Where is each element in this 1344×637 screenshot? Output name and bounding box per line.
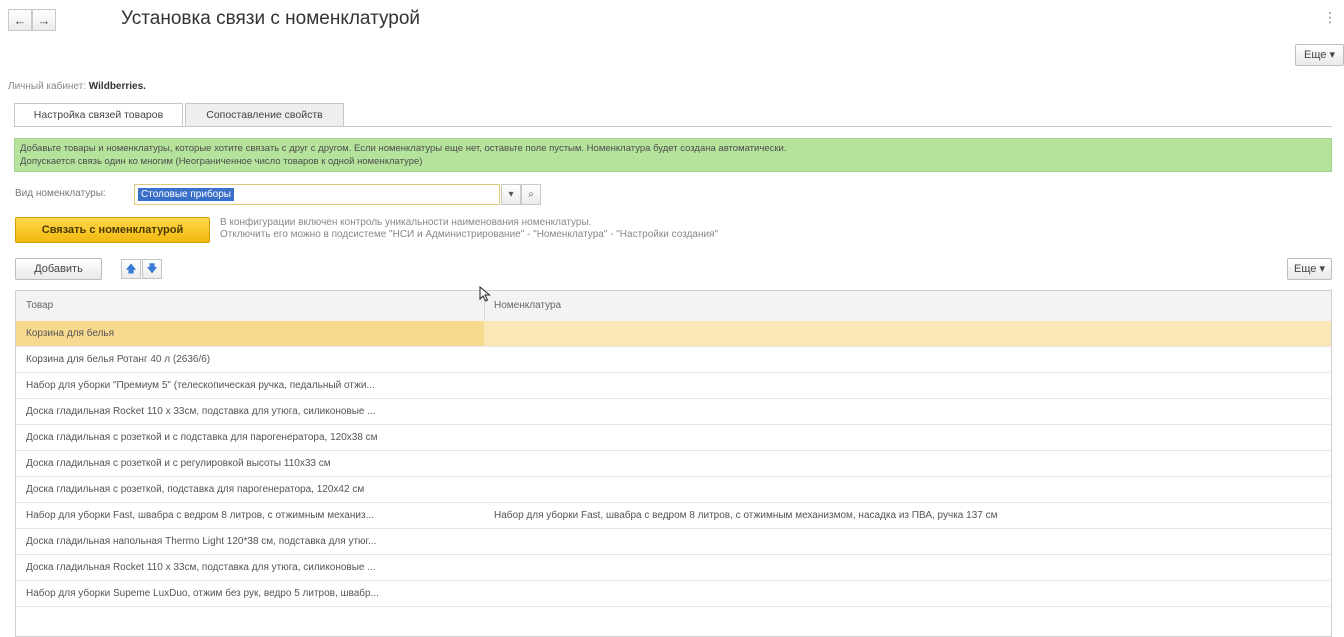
product-cell[interactable]: Корзина для белья Ротанг 40 л (2636/6) <box>16 347 484 372</box>
open-button[interactable]: ⌕ <box>521 184 541 205</box>
product-cell[interactable]: Доска гладильная с розеткой, подставка д… <box>16 477 484 502</box>
info-line-1: Добавьте товары и номенклатуры, которые … <box>20 143 787 154</box>
nomenclature-cell[interactable] <box>486 555 1326 580</box>
link-to-nomenclature-button[interactable]: Связать с номенклатурой <box>15 217 210 243</box>
nomenclature-cell[interactable] <box>486 581 1326 606</box>
dropdown-button[interactable]: ▾ <box>501 184 521 205</box>
tab-product-links[interactable]: Настройка связей товаров <box>14 103 183 127</box>
column-header-nomenclature[interactable]: Номенклатура <box>494 291 561 321</box>
product-cell[interactable]: Корзина для белья <box>16 321 484 346</box>
open-link-icon: ⌕ <box>528 189 534 200</box>
table-row[interactable]: Набор для уборки Supeme LuxDuo, отжим бе… <box>16 581 1331 607</box>
back-button[interactable]: ← <box>8 9 32 31</box>
window-menu-icon[interactable]: ⋮ <box>1323 9 1337 26</box>
table-row[interactable]: Доска гладильная с розеткой и с подставк… <box>16 425 1331 451</box>
nomenclature-cell[interactable] <box>486 529 1326 554</box>
table-row[interactable]: Доска гладильная напольная Thermo Light … <box>16 529 1331 555</box>
table-row[interactable]: Набор для уборки Fast, швабра с ведром 8… <box>16 503 1331 529</box>
hint-line-1: В конфигурации включен контроль уникальн… <box>220 217 592 228</box>
move-down-button[interactable]: 🡇 <box>142 259 162 279</box>
table-row[interactable]: Доска гладильная с розеткой и с регулиро… <box>16 451 1331 477</box>
uniqueness-hint: В конфигурации включен контроль уникальн… <box>220 217 718 241</box>
table-row[interactable]: Набор для уборки "Премиум 5" (телескопич… <box>16 373 1331 399</box>
nomenclature-cell[interactable] <box>486 321 1326 346</box>
page-title: Установка связи с номенклатурой <box>121 8 421 29</box>
nomenclature-cell[interactable] <box>486 451 1326 476</box>
forward-button[interactable]: → <box>32 9 56 31</box>
nomenclature-kind-field[interactable]: Столовые приборы <box>134 184 500 205</box>
nomenclature-cell[interactable] <box>486 425 1326 450</box>
arrow-down-icon: 🡇 <box>146 263 158 275</box>
nomenclature-kind-label: Вид номенклатуры: <box>15 188 106 199</box>
hint-line-2: Отключить его можно в подсистеме "НСИ и … <box>220 229 719 240</box>
cabinet-line: Личный кабинет: Wildberries. <box>8 81 146 92</box>
more-button-top[interactable]: Еще ▾ <box>1295 44 1344 66</box>
product-cell[interactable]: Набор для уборки Supeme LuxDuo, отжим бе… <box>16 581 484 606</box>
table-header: Товар Номенклатура <box>16 291 1331 322</box>
back-arrow-icon: ← <box>13 13 27 28</box>
add-button[interactable]: Добавить <box>15 258 102 280</box>
cabinet-value: Wildberries. <box>88 81 146 92</box>
info-line-2: Допускается связь один ко многим (Неогра… <box>20 156 423 167</box>
product-cell[interactable]: Набор для уборки Fast, швабра с ведром 8… <box>16 503 484 528</box>
product-cell[interactable]: Набор для уборки "Премиум 5" (телескопич… <box>16 373 484 398</box>
arrow-up-icon: 🡅 <box>125 263 137 275</box>
table-row[interactable]: Доска гладильная с розеткой, подставка д… <box>16 477 1331 503</box>
product-cell[interactable]: Доска гладильная с розеткой и с подставк… <box>16 425 484 450</box>
nomenclature-cell[interactable] <box>486 399 1326 424</box>
nomenclature-cell[interactable] <box>486 373 1326 398</box>
table-row[interactable]: Доска гладильная Rocket 110 x 33см, подс… <box>16 399 1331 425</box>
mouse-pointer-icon <box>479 285 491 305</box>
table-row[interactable]: Корзина для белья <box>16 321 1331 347</box>
info-banner: Добавьте товары и номенклатуры, которые … <box>14 138 1332 172</box>
chevron-down-icon: ▾ <box>508 189 514 200</box>
tab-property-mapping[interactable]: Сопоставление свойств <box>185 103 344 127</box>
nomenclature-kind-value: Столовые приборы <box>138 188 234 201</box>
nomenclature-cell[interactable] <box>486 347 1326 372</box>
more-button-table[interactable]: Еще ▾ <box>1287 258 1332 280</box>
product-cell[interactable]: Доска гладильная Rocket 110 x 33см, подс… <box>16 399 484 424</box>
forward-arrow-icon: → <box>37 13 51 28</box>
nomenclature-cell[interactable] <box>486 477 1326 502</box>
nomenclature-cell[interactable]: Набор для уборки Fast, швабра с ведром 8… <box>486 503 1326 528</box>
cabinet-label: Личный кабинет: <box>8 81 87 92</box>
product-cell[interactable]: Доска гладильная напольная Thermo Light … <box>16 529 484 554</box>
product-cell[interactable]: Доска гладильная Rocket 110 x 33см, подс… <box>16 555 484 580</box>
move-up-button[interactable]: 🡅 <box>121 259 141 279</box>
links-table[interactable]: Товар Номенклатура Корзина для белья Кор… <box>15 290 1332 637</box>
column-header-product[interactable]: Товар <box>26 291 53 321</box>
tab-divider <box>14 126 1332 127</box>
table-row[interactable]: Корзина для белья Ротанг 40 л (2636/6) <box>16 347 1331 373</box>
table-row[interactable]: Доска гладильная Rocket 110 x 33см, подс… <box>16 555 1331 581</box>
product-cell[interactable]: Доска гладильная с розеткой и с регулиро… <box>16 451 484 476</box>
